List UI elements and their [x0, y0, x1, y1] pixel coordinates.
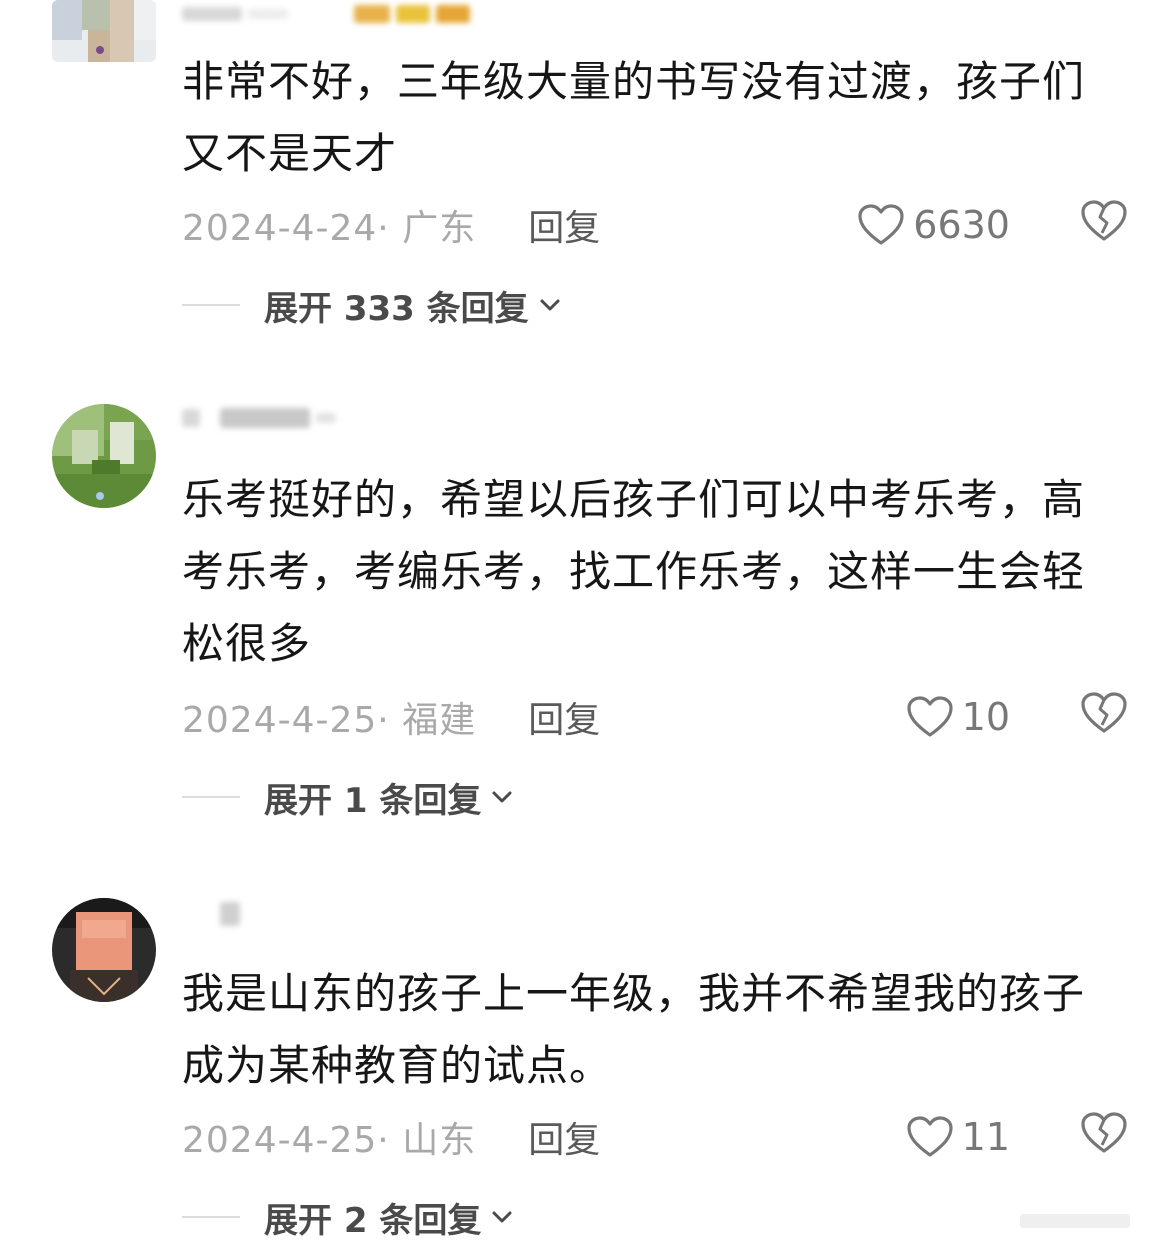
heart-outline-icon — [907, 696, 953, 737]
avatar[interactable] — [52, 0, 156, 62]
like-button[interactable]: 11 — [906, 1115, 1010, 1159]
like-count: 6630 — [913, 203, 1010, 247]
like-count: 11 — [961, 1115, 1010, 1159]
username[interactable] — [182, 404, 336, 432]
avatar[interactable] — [52, 404, 156, 508]
divider-line — [182, 1216, 240, 1218]
comment-meta: 2024-4-25· 山东 回复 11 — [182, 1109, 1132, 1165]
date-location: 2024-4-24· 广东 — [182, 208, 477, 249]
reply-button[interactable]: 回复 — [528, 199, 600, 251]
heart-outline-icon — [858, 204, 904, 245]
dislike-button[interactable] — [1080, 691, 1128, 744]
date-location: 2024-4-25· 山东 — [182, 1120, 477, 1161]
dislike-button[interactable] — [1080, 1111, 1128, 1164]
comment-text: 我是山东的孩子上一年级，我并不希望我的孩子成为某种教育的试点。 — [182, 969, 1086, 1090]
expand-replies[interactable]: 展开 1 条回复 — [182, 772, 513, 822]
dislike-button[interactable] — [1080, 199, 1128, 252]
divider-line — [182, 304, 240, 306]
comment-text: 乐考挺好的，希望以后孩子们可以中考乐考，高考乐考，考编乐考，找工作乐考，这样一生… — [182, 475, 1086, 668]
like-button[interactable]: 10 — [906, 695, 1010, 739]
expand-label: 展开 1 条回复 — [264, 780, 482, 821]
username[interactable] — [182, 0, 470, 28]
reply-button[interactable]: 回复 — [528, 1111, 600, 1163]
avatar[interactable] — [52, 898, 156, 1002]
like-count: 10 — [961, 695, 1010, 739]
comment-meta: 2024-4-24· 广东 回复 6630 — [182, 197, 1132, 253]
watermark — [1020, 1210, 1140, 1232]
reply-button[interactable]: 回复 — [528, 691, 600, 743]
expand-label: 展开 2 条回复 — [264, 1200, 482, 1241]
chevron-down-icon — [492, 791, 512, 803]
chevron-down-icon — [492, 1211, 512, 1223]
expand-replies[interactable]: 展开 2 条回复 — [182, 1192, 513, 1242]
like-button[interactable]: 6630 — [857, 203, 1010, 247]
expand-replies[interactable]: 展开 333 条回复 — [182, 280, 561, 330]
broken-heart-icon — [1081, 691, 1127, 733]
comment-meta: 2024-4-25· 福建 回复 10 — [182, 689, 1132, 745]
expand-label: 展开 333 条回复 — [264, 288, 529, 329]
heart-outline-icon — [907, 1116, 953, 1157]
broken-heart-icon — [1081, 1111, 1127, 1153]
divider-line — [182, 796, 240, 798]
date-location: 2024-4-25· 福建 — [182, 700, 477, 741]
comment-text: 非常不好，三年级大量的书写没有过渡，孩子们又不是天才 — [182, 57, 1086, 178]
broken-heart-icon — [1081, 199, 1127, 241]
chevron-down-icon — [540, 299, 560, 311]
username[interactable] — [182, 900, 240, 928]
